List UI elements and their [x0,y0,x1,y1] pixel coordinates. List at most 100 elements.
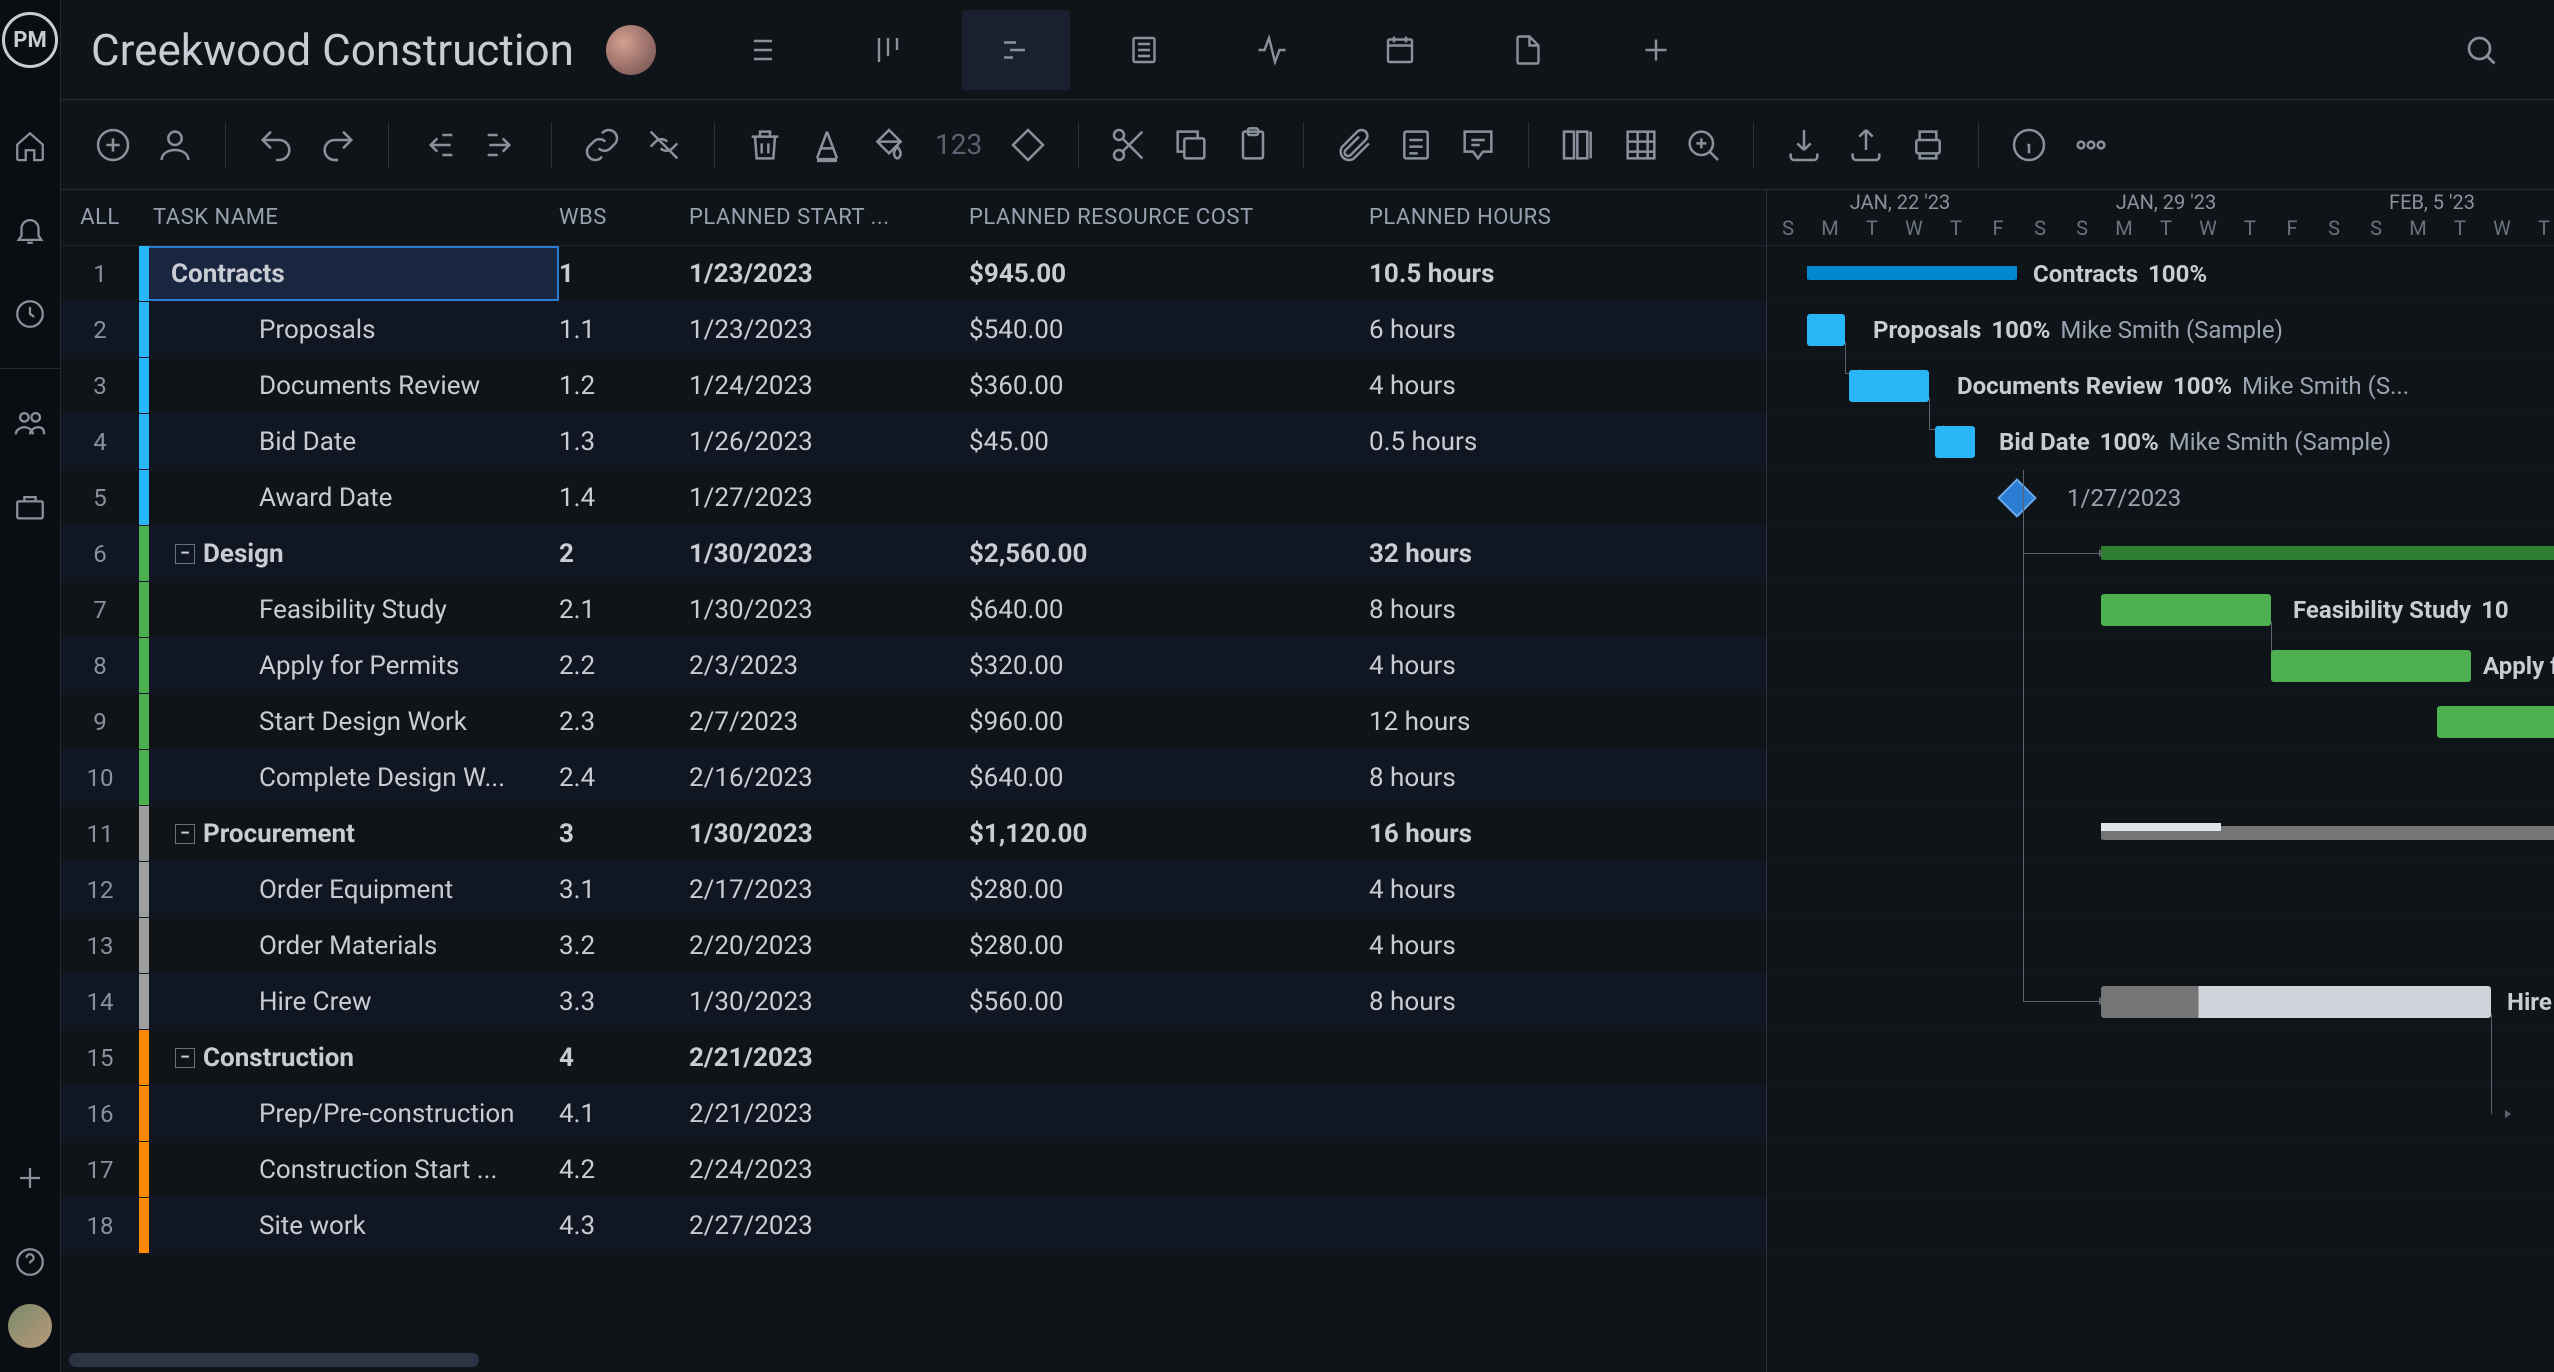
cost-cell[interactable]: $280.00 [969,918,1369,973]
attachment-icon[interactable] [1332,123,1376,167]
start-cell[interactable]: 1/30/2023 [689,526,969,581]
info-icon[interactable] [2007,123,2051,167]
table-row[interactable]: 4 Bid Date 1.3 1/26/2023 $45.00 0.5 hour… [61,414,1766,470]
start-cell[interactable]: 2/21/2023 [689,1086,969,1141]
grid-icon[interactable] [1619,123,1663,167]
cost-cell[interactable]: $1,120.00 [969,806,1369,861]
start-cell[interactable]: 1/24/2023 [689,358,969,413]
cost-cell[interactable]: $45.00 [969,414,1369,469]
start-cell[interactable]: 2/27/2023 [689,1198,969,1253]
start-cell[interactable]: 2/16/2023 [689,750,969,805]
zoom-icon[interactable] [1681,123,1725,167]
col-wbs[interactable]: WBS [559,190,689,245]
hours-cell[interactable]: 4 hours [1369,358,1749,413]
task-name-cell[interactable]: Order Equipment [139,862,559,917]
hours-cell[interactable]: 8 hours [1369,974,1749,1029]
task-name-cell[interactable]: Order Materials [139,918,559,973]
task-name-cell[interactable]: Complete Design W... [139,750,559,805]
hours-cell[interactable]: 16 hours [1369,806,1749,861]
horizontal-scrollbar[interactable] [61,1348,1766,1372]
bell-icon[interactable] [10,210,50,250]
start-cell[interactable]: 1/27/2023 [689,470,969,525]
cost-cell[interactable]: $360.00 [969,358,1369,413]
task-name-cell[interactable]: Construction Start ... [139,1142,559,1197]
view-activity-icon[interactable] [1218,10,1326,90]
gantt-bar-hire[interactable] [2101,986,2491,1018]
cost-cell[interactable]: $2,560.00 [969,526,1369,581]
table-row[interactable]: 17 Construction Start ... 4.2 2/24/2023 [61,1142,1766,1198]
columns-icon[interactable] [1557,123,1601,167]
gantt-bar-docs[interactable] [1849,370,1929,402]
task-name-cell[interactable]: Site work [139,1198,559,1253]
start-cell[interactable]: 2/3/2023 [689,638,969,693]
task-name-cell[interactable]: Proposals [139,302,559,357]
undo-icon[interactable] [254,123,298,167]
user-avatar[interactable] [8,1304,52,1348]
cost-cell[interactable]: $640.00 [969,582,1369,637]
task-name-cell[interactable]: Apply for Permits [139,638,559,693]
task-name-cell[interactable]: Start Design Work [139,694,559,749]
cost-cell[interactable]: $280.00 [969,862,1369,917]
col-start[interactable]: PLANNED START ... [689,190,969,245]
table-row[interactable]: 13 Order Materials 3.2 2/20/2023 $280.00… [61,918,1766,974]
gantt-bar-feas[interactable] [2101,594,2271,626]
wbs-cell[interactable]: 2.3 [559,694,689,749]
col-all[interactable]: ALL [61,190,139,245]
collapse-icon[interactable]: − [175,544,195,564]
wbs-cell[interactable]: 1.3 [559,414,689,469]
hours-cell[interactable]: 6 hours [1369,302,1749,357]
hours-cell[interactable]: 10.5 hours [1369,246,1749,301]
search-icon[interactable] [2427,10,2535,90]
table-row[interactable]: 3 Documents Review 1.2 1/24/2023 $360.00… [61,358,1766,414]
table-row[interactable]: 10 Complete Design W... 2.4 2/16/2023 $6… [61,750,1766,806]
hours-cell[interactable]: 4 hours [1369,862,1749,917]
cost-cell[interactable] [969,1030,1369,1085]
link-icon[interactable] [580,123,624,167]
table-row[interactable]: 7 Feasibility Study 2.1 1/30/2023 $640.0… [61,582,1766,638]
table-row[interactable]: 8 Apply for Permits 2.2 2/3/2023 $320.00… [61,638,1766,694]
export-icon[interactable] [1844,123,1888,167]
copy-icon[interactable] [1169,123,1213,167]
outdent-icon[interactable] [417,123,461,167]
collapse-icon[interactable]: − [175,1048,195,1068]
start-cell[interactable]: 2/20/2023 [689,918,969,973]
import-icon[interactable] [1782,123,1826,167]
notes-icon[interactable] [1394,123,1438,167]
view-list-icon[interactable] [706,10,814,90]
unlink-icon[interactable] [642,123,686,167]
task-name-cell[interactable]: −Procurement [139,806,559,861]
cost-cell[interactable]: $640.00 [969,750,1369,805]
wbs-cell[interactable]: 3.2 [559,918,689,973]
hours-cell[interactable]: 8 hours [1369,582,1749,637]
start-cell[interactable]: 2/24/2023 [689,1142,969,1197]
table-row[interactable]: 9 Start Design Work 2.3 2/7/2023 $960.00… [61,694,1766,750]
start-cell[interactable]: 1/30/2023 [689,806,969,861]
hours-cell[interactable]: 0.5 hours [1369,414,1749,469]
start-cell[interactable]: 2/7/2023 [689,694,969,749]
table-row[interactable]: 6 −Design 2 1/30/2023 $2,560.00 32 hours [61,526,1766,582]
wbs-cell[interactable]: 3.1 [559,862,689,917]
table-row[interactable]: 1 Contracts 1 1/23/2023 $945.00 10.5 hou… [61,246,1766,302]
wbs-cell[interactable]: 1.1 [559,302,689,357]
gantt-bar-contracts[interactable] [1807,266,2017,280]
gantt-chart[interactable]: JAN, 22 '23JAN, 29 '23FEB, 5 '23 SMTWTFS… [1767,190,2554,1372]
start-cell[interactable]: 2/21/2023 [689,1030,969,1085]
hours-cell[interactable] [1369,1198,1749,1253]
print-icon[interactable] [1906,123,1950,167]
home-icon[interactable] [10,126,50,166]
comment-icon[interactable] [1456,123,1500,167]
paste-icon[interactable] [1231,123,1275,167]
progress-number[interactable]: 123 [929,128,988,161]
wbs-cell[interactable]: 4.2 [559,1142,689,1197]
table-row[interactable]: 16 Prep/Pre-construction 4.1 2/21/2023 [61,1086,1766,1142]
hours-cell[interactable]: 12 hours [1369,694,1749,749]
col-hours[interactable]: PLANNED HOURS [1369,190,1749,245]
wbs-cell[interactable]: 1.2 [559,358,689,413]
briefcase-icon[interactable] [10,487,50,527]
col-task[interactable]: TASK NAME [139,190,559,245]
hours-cell[interactable] [1369,1142,1749,1197]
wbs-cell[interactable]: 2.4 [559,750,689,805]
team-icon[interactable] [10,403,50,443]
hours-cell[interactable] [1369,1086,1749,1141]
start-cell[interactable]: 1/26/2023 [689,414,969,469]
